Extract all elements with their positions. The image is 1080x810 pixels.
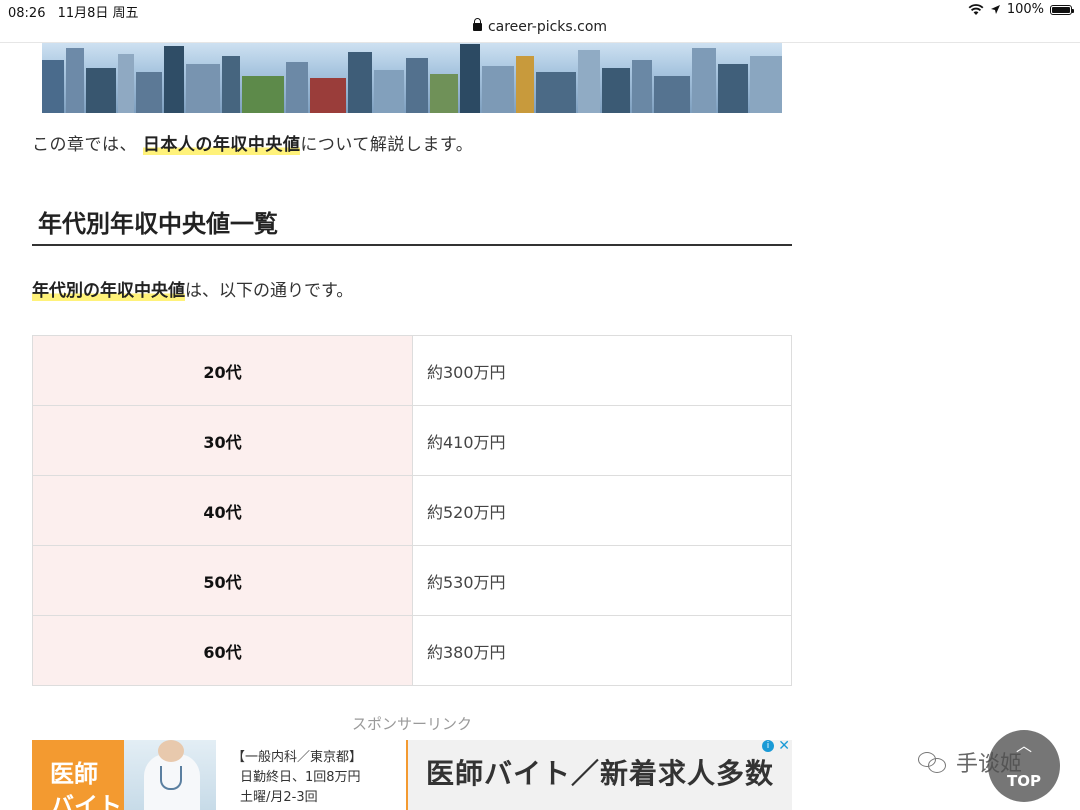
ad-line3: 土曜/月2-3回	[240, 790, 318, 805]
age-cell: 20代	[32, 335, 413, 406]
ad-banner[interactable]: 医師 バイト 【一般内科／東京都】 日勤終日、1回8万円 土曜/月2-3回 医師…	[32, 740, 792, 810]
table-row: 20代 約300万円	[32, 335, 792, 406]
table-row: 60代 約380万円	[32, 615, 792, 686]
age-cell: 60代	[32, 615, 413, 686]
wifi-icon	[968, 3, 984, 15]
lead-paragraph: 年代別の年収中央値は、以下の通りです。	[32, 276, 353, 301]
ad-line2: 日勤終日、1回8万円	[240, 770, 361, 785]
ad-info-icon[interactable]: i	[762, 740, 774, 752]
table-row: 50代 約530万円	[32, 545, 792, 616]
sponsor-label: スポンサーリンク	[351, 715, 472, 733]
ad-close-icon[interactable]: ✕	[778, 740, 790, 754]
table-row: 30代 約410万円	[32, 405, 792, 476]
location-arrow-icon	[990, 5, 1000, 14]
back-to-top-button[interactable]: ︿ TOP	[988, 730, 1060, 802]
ad-headline[interactable]: 医師バイト／新着求人多数	[426, 752, 774, 792]
top-button-label: TOP	[1007, 772, 1041, 790]
battery-icon	[1050, 4, 1074, 15]
lock-icon	[472, 18, 482, 31]
lead-highlight: 年代別の年収中央値	[32, 281, 185, 301]
salary-table: 20代 約300万円 30代 約410万円 40代 約520万円 50代 約53…	[32, 335, 792, 686]
value-cell: 約380万円	[412, 615, 792, 686]
table-row: 40代 約520万円	[32, 475, 792, 546]
value-cell: 約520万円	[412, 475, 792, 546]
value-cell: 約300万円	[412, 335, 792, 406]
ad-badge-line2: バイト	[50, 792, 122, 810]
status-right: 100%	[968, 2, 1074, 17]
intro-paragraph: この章では、 日本人の年収中央値について解説します。	[32, 130, 473, 155]
address-bar[interactable]: career-picks.com	[0, 18, 1080, 35]
section-heading: 年代別年収中央値一覧	[32, 204, 792, 246]
url-text: career-picks.com	[487, 19, 608, 35]
intro-highlight: 日本人の年収中央値	[142, 135, 301, 155]
status-bar: 08:26 11月8日 周五 career-picks.com 100%	[0, 0, 1080, 43]
ad-line1: 【一般内科／東京都】	[232, 750, 363, 765]
ad-badge[interactable]: 医師 バイト	[32, 740, 124, 810]
value-cell: 約530万円	[412, 545, 792, 616]
intro-suffix: について解説します。	[300, 135, 474, 155]
battery-percent: 100%	[1006, 2, 1044, 17]
age-cell: 40代	[32, 475, 413, 546]
chevron-up-icon: ︿	[1015, 736, 1032, 755]
age-cell: 50代	[32, 545, 413, 616]
ad-details[interactable]: 【一般内科／東京都】 日勤終日、1回8万円 土曜/月2-3回	[216, 740, 408, 810]
intro-prefix: この章では、	[32, 135, 137, 155]
ad-badge-line1: 医師	[50, 760, 98, 788]
lead-suffix: は、以下の通りです。	[185, 281, 354, 301]
hero-image	[42, 42, 782, 113]
age-cell: 30代	[32, 405, 413, 476]
value-cell: 約410万円	[412, 405, 792, 476]
ad-doctor-image[interactable]	[124, 740, 216, 810]
wechat-icon	[918, 750, 948, 774]
